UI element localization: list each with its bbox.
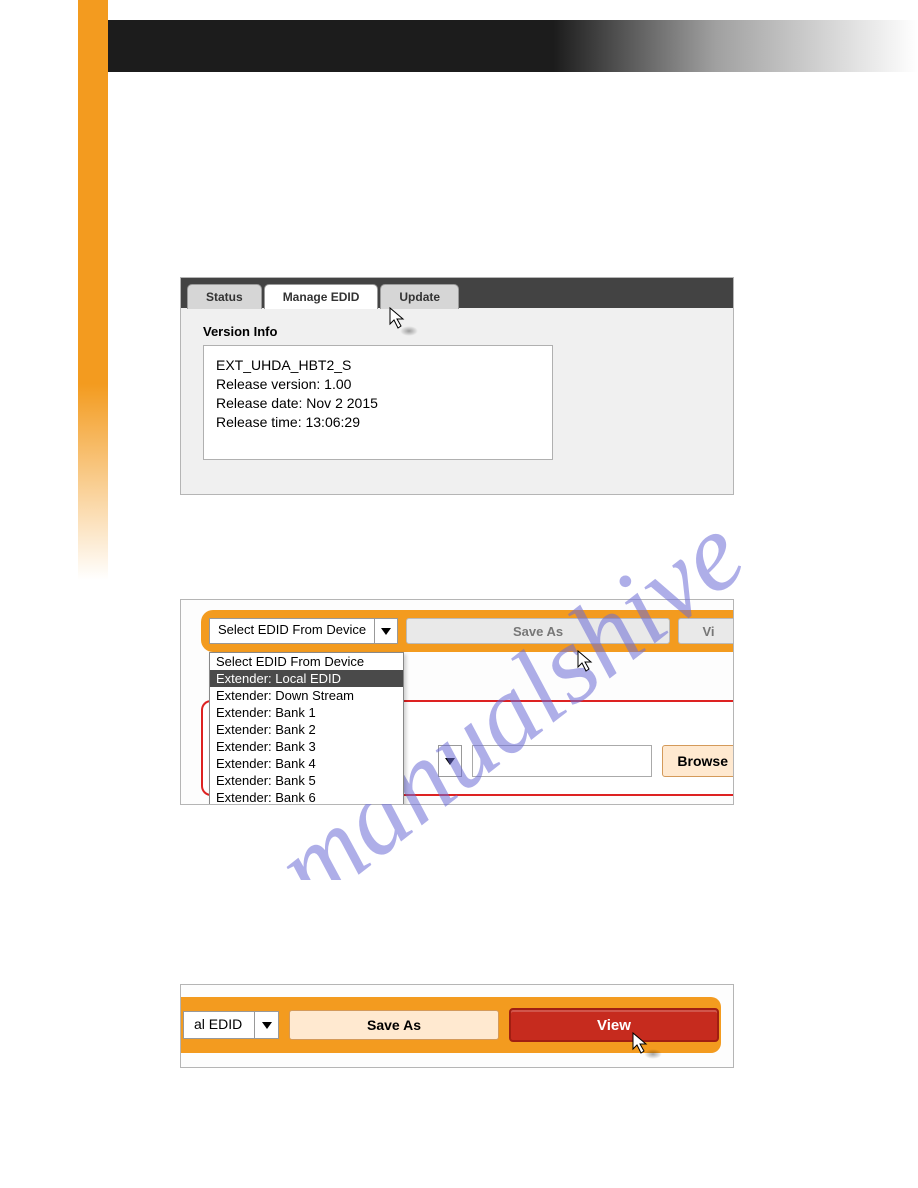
chevron-down-icon[interactable] [375,619,397,643]
save-as-button[interactable]: Save As [289,1010,499,1040]
screenshot-view-button: al EDID Save As View [180,984,734,1068]
panel-body: Version Info EXT_UHDA_HBT2_S Release ver… [181,308,733,476]
info-line: Release date: Nov 2 2015 [216,394,540,413]
edid-select-dropdown[interactable]: Select EDID From Device Extender: Local … [209,652,404,805]
cursor-icon [631,1031,651,1055]
header-bar [108,20,918,72]
edid-option[interactable]: Extender: Bank 2 [210,721,403,738]
toolbar-frame: Select EDID From Device Save As Vi [201,610,734,652]
version-info-label: Version Info [203,324,711,339]
tab-manage-edid[interactable]: Manage EDID [264,284,379,309]
cursor-icon [576,649,596,673]
upload-row: Browse [438,744,734,778]
info-line: Release version: 1.00 [216,375,540,394]
view-button[interactable]: View [509,1008,719,1042]
edid-option-selected[interactable]: Extender: Local EDID [210,670,403,687]
upload-target-dropdown[interactable] [438,745,462,777]
edid-option[interactable]: Extender: Bank 4 [210,755,403,772]
edid-select-value: Select EDID From Device [210,619,375,643]
tab-status[interactable]: Status [187,284,262,309]
file-path-field[interactable] [472,745,652,777]
edid-option[interactable]: Extender: Bank 5 [210,772,403,789]
info-line: EXT_UHDA_HBT2_S [216,356,540,375]
browse-button[interactable]: Browse [662,745,734,777]
version-info-box: EXT_UHDA_HBT2_S Release version: 1.00 Re… [203,345,553,460]
screenshot-version-info: Status Manage EDID Update Version Info E… [180,277,734,495]
view-button-partial[interactable]: Vi [678,618,734,644]
chevron-down-icon[interactable] [254,1012,278,1038]
edid-option[interactable]: Select EDID From Device [210,653,403,670]
cursor-icon [388,306,408,330]
save-as-button[interactable]: Save As [406,618,670,644]
header-accent [78,0,108,20]
sidebar-accent [78,20,108,580]
edid-option[interactable]: Extender: Bank 6 [210,789,403,805]
info-line: Release time: 13:06:29 [216,413,540,432]
edid-select[interactable]: Select EDID From Device [209,618,398,644]
edid-select-value-partial: al EDID [184,1012,254,1038]
tab-bar: Status Manage EDID Update [181,278,733,308]
edid-option[interactable]: Extender: Bank 3 [210,738,403,755]
edid-option[interactable]: Extender: Bank 1 [210,704,403,721]
edid-option[interactable]: Extender: Down Stream [210,687,403,704]
edid-select-partial[interactable]: al EDID [183,1011,279,1039]
screenshot-edid-dropdown: Select EDID From Device Save As Vi Selec… [180,599,734,805]
